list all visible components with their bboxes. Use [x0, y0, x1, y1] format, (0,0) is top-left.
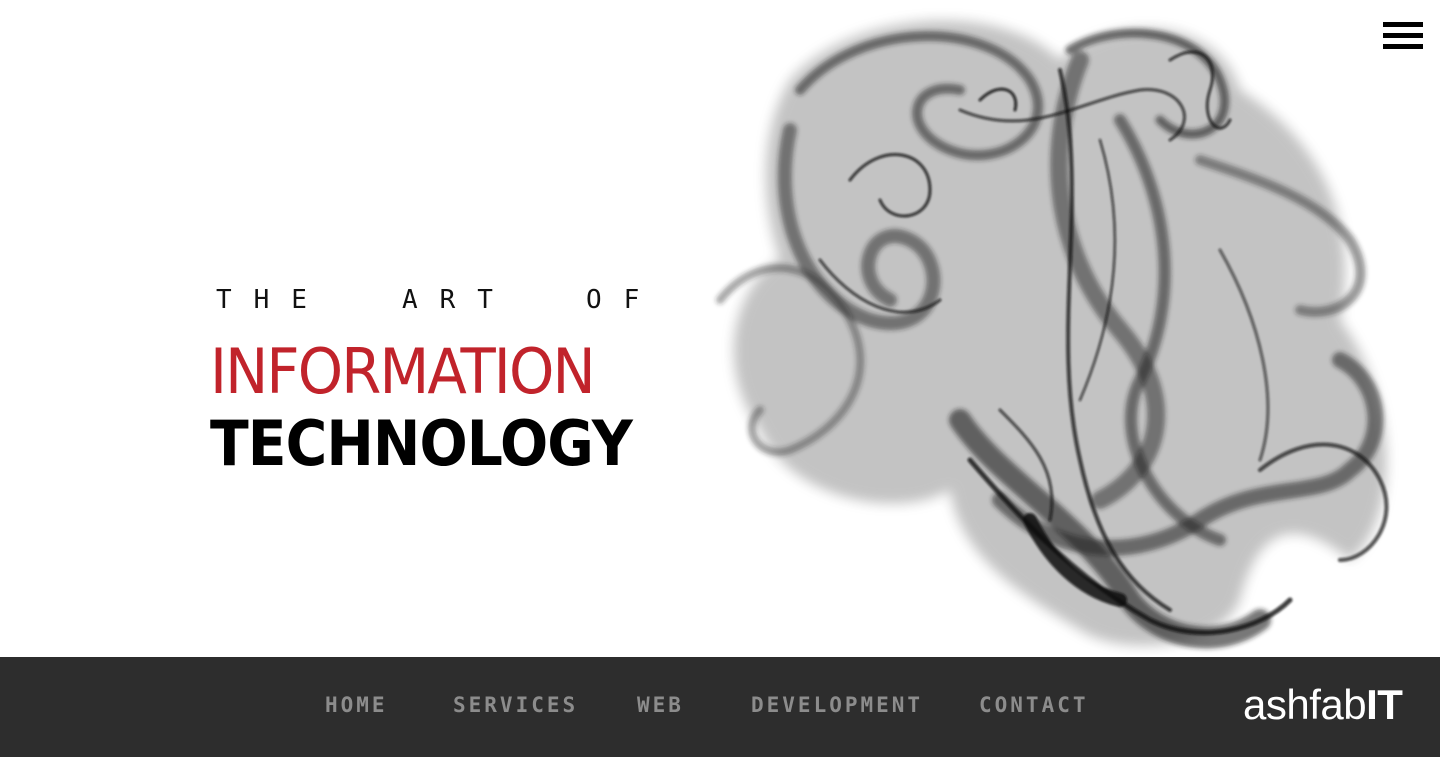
nav-services[interactable]: SERVICES [453, 693, 578, 717]
logo-bold-text: IT [1366, 681, 1403, 728]
tagline-word-art: ART [402, 285, 515, 315]
headline-information: INFORMATION [210, 335, 596, 408]
logo-light-text: ashfab [1243, 681, 1367, 728]
nav-contact[interactable]: CONTACT [979, 693, 1089, 717]
nav-development[interactable]: DEVELOPMENT [751, 693, 923, 717]
tagline-word-the: THE [216, 285, 329, 315]
hero-text: THE ART OF INFORMATION TECHNOLOGY [210, 285, 660, 479]
page: THE ART OF INFORMATION TECHNOLOGY HOME S… [0, 0, 1440, 757]
logo[interactable]: ashfabIT [1243, 681, 1403, 729]
bottom-navbar: HOME SERVICES WEB DEVELOPMENT CONTACT as… [0, 657, 1440, 757]
tagline: THE ART OF [210, 285, 660, 319]
tagline-word-of: OF [586, 285, 662, 315]
smoke-artwork [716, 20, 1389, 649]
nav-web[interactable]: WEB [637, 693, 684, 717]
nav-home[interactable]: HOME [325, 693, 388, 717]
headline-technology: TECHNOLOGY [210, 407, 633, 480]
